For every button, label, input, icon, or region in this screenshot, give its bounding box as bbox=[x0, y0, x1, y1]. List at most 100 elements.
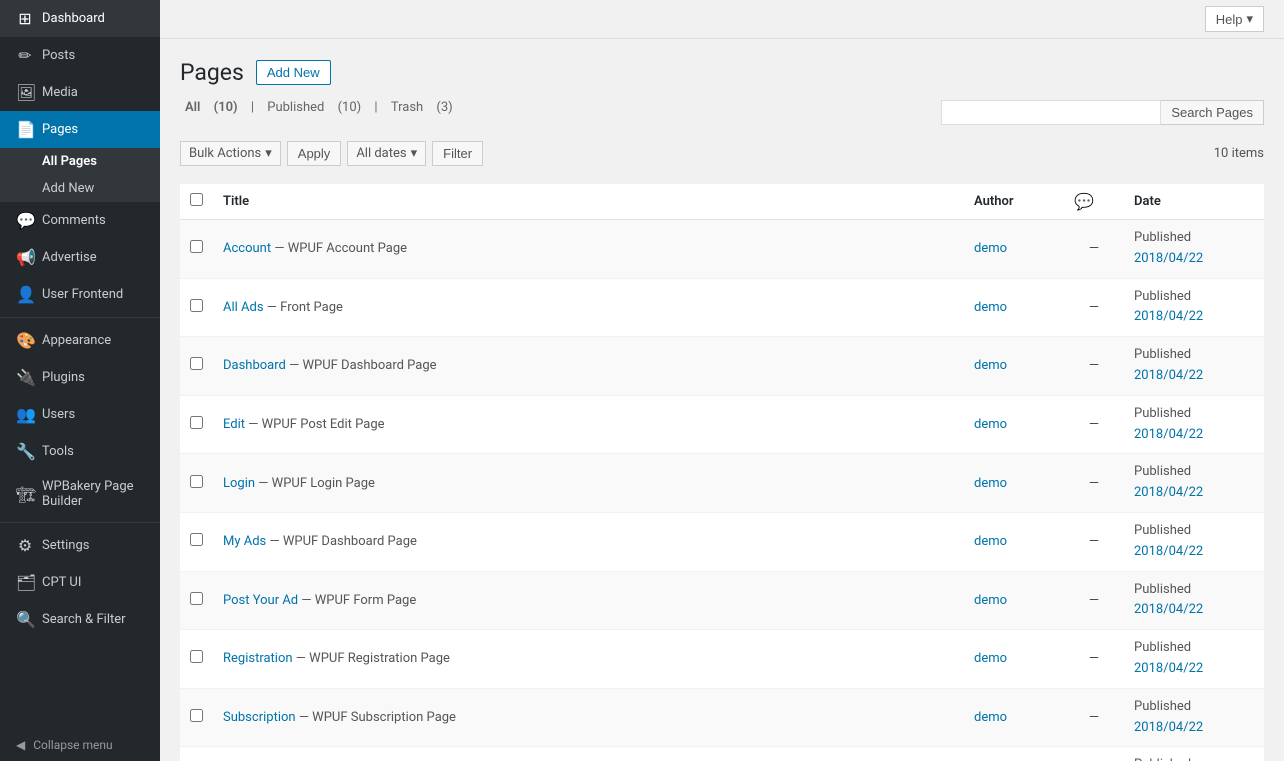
select-all-checkbox[interactable] bbox=[190, 193, 203, 206]
bulk-actions-select[interactable]: Bulk Actions ▾ bbox=[180, 141, 281, 166]
row-title-cell: Post Your Ad — WPUF Form Page bbox=[213, 571, 964, 630]
row-checkbox[interactable] bbox=[190, 709, 203, 722]
sidebar-item-label: Appearance bbox=[42, 333, 111, 348]
row-checkbox-cell bbox=[180, 454, 213, 513]
author-link[interactable]: demo bbox=[974, 651, 1007, 666]
row-checkbox[interactable] bbox=[190, 299, 203, 312]
page-title-link[interactable]: Registration bbox=[223, 651, 293, 666]
sidebar-item-user-frontend[interactable]: 👤 User Frontend bbox=[0, 276, 160, 313]
author-link[interactable]: demo bbox=[974, 710, 1007, 725]
author-link[interactable]: demo bbox=[974, 593, 1007, 608]
page-title-link[interactable]: Dashboard bbox=[223, 358, 286, 373]
title-column-header[interactable]: Title bbox=[213, 184, 964, 220]
row-checkbox[interactable] bbox=[190, 533, 203, 546]
sidebar-sub-item-add-new[interactable]: Add New bbox=[0, 175, 160, 202]
filter-published-link[interactable]: Published (10) bbox=[262, 100, 369, 115]
date-link[interactable]: 2018/04/22 bbox=[1134, 544, 1203, 559]
page-description: — WPUF Registration Page bbox=[296, 651, 450, 666]
author-link[interactable]: demo bbox=[974, 417, 1007, 432]
sidebar-item-label: Pages bbox=[42, 122, 78, 137]
author-link[interactable]: demo bbox=[974, 358, 1007, 373]
author-link[interactable]: demo bbox=[974, 476, 1007, 491]
add-new-button[interactable]: Add New bbox=[256, 60, 331, 85]
page-description: — WPUF Post Edit Page bbox=[248, 417, 384, 432]
date-column-header[interactable]: Date bbox=[1124, 184, 1264, 220]
date-link[interactable]: 2018/04/22 bbox=[1134, 251, 1203, 266]
toolbar-left: Bulk Actions ▾ Apply All dates ▾ Filter bbox=[180, 141, 483, 166]
date-status: Published bbox=[1134, 230, 1191, 245]
table-row: Dashboard — WPUF Dashboard Page demo — P… bbox=[180, 337, 1264, 396]
help-button[interactable]: Help ▾ bbox=[1205, 6, 1264, 32]
sidebar-item-tools[interactable]: 🔧 Tools bbox=[0, 433, 160, 470]
sidebar-sub-item-all-pages[interactable]: All Pages bbox=[0, 148, 160, 175]
comment-count: — bbox=[1089, 300, 1099, 315]
comment-count: — bbox=[1089, 476, 1099, 491]
row-checkbox[interactable] bbox=[190, 592, 203, 605]
page-title-link[interactable]: Edit bbox=[223, 417, 245, 432]
page-title-link[interactable]: Post Your Ad bbox=[223, 593, 298, 608]
author-link[interactable]: demo bbox=[974, 300, 1007, 315]
row-checkbox[interactable] bbox=[190, 416, 203, 429]
sidebar-item-appearance[interactable]: 🎨 Appearance bbox=[0, 322, 160, 359]
page-title-link[interactable]: Account bbox=[223, 241, 271, 256]
row-date-cell: Published 2018/04/22 bbox=[1124, 512, 1264, 571]
main-area: Help ▾ Pages Add New All (10) | Publishe… bbox=[160, 0, 1284, 761]
page-description: — WPUF Login Page bbox=[258, 476, 375, 491]
author-link[interactable]: demo bbox=[974, 241, 1007, 256]
sidebar-item-dashboard[interactable]: ⊞ Dashboard bbox=[0, 0, 160, 37]
page-title-link[interactable]: All Ads bbox=[223, 300, 264, 315]
row-author-cell: demo bbox=[964, 454, 1064, 513]
sidebar-item-cpt-ui[interactable]: 🗂 CPT UI bbox=[0, 564, 160, 601]
sidebar-item-wpbakery[interactable]: 🏗 WPBakery Page Builder bbox=[0, 470, 160, 518]
sidebar-item-media[interactable]: 🖼 Media bbox=[0, 74, 160, 111]
author-link[interactable]: demo bbox=[974, 534, 1007, 549]
sidebar-item-label: Posts bbox=[42, 48, 75, 63]
row-date-cell: Published 2018/04/22 bbox=[1124, 571, 1264, 630]
page-title-link[interactable]: Subscription bbox=[223, 710, 296, 725]
sidebar-item-comments[interactable]: 💬 Comments bbox=[0, 202, 160, 239]
sidebar-item-advertise[interactable]: 📢 Advertise bbox=[0, 239, 160, 276]
page-header: Pages Add New bbox=[180, 59, 1264, 86]
sidebar-item-posts[interactable]: ✏ Posts bbox=[0, 37, 160, 74]
date-link[interactable]: 2018/04/22 bbox=[1134, 427, 1203, 442]
sidebar-item-search-filter[interactable]: 🔍 Search & Filter bbox=[0, 601, 160, 638]
topbar: Help ▾ bbox=[160, 0, 1284, 39]
page-title: Pages bbox=[180, 59, 244, 86]
toolbar: Bulk Actions ▾ Apply All dates ▾ Filter … bbox=[180, 133, 1264, 174]
search-pages-button[interactable]: Search Pages bbox=[1161, 100, 1264, 125]
dates-select[interactable]: All dates ▾ bbox=[347, 141, 426, 166]
date-link[interactable]: 2018/04/22 bbox=[1134, 602, 1203, 617]
row-title-cell: Login — WPUF Login Page bbox=[213, 454, 964, 513]
filter-trash-link[interactable]: Trash (3) bbox=[386, 100, 458, 115]
table-row: Registration — WPUF Registration Page de… bbox=[180, 630, 1264, 689]
apply-button[interactable]: Apply bbox=[287, 141, 342, 166]
filter-button[interactable]: Filter bbox=[432, 141, 483, 166]
filter-all-link[interactable]: All (10) bbox=[180, 100, 246, 115]
row-comments-cell: — bbox=[1064, 630, 1124, 689]
date-link[interactable]: 2018/04/22 bbox=[1134, 720, 1203, 735]
sidebar-bottom: ◀ Collapse menu bbox=[0, 729, 160, 761]
page-title-link[interactable]: Login bbox=[223, 476, 255, 491]
date-status: Published bbox=[1134, 582, 1191, 597]
date-link[interactable]: 2018/04/22 bbox=[1134, 485, 1203, 500]
date-link[interactable]: 2018/04/22 bbox=[1134, 661, 1203, 676]
row-checkbox[interactable] bbox=[190, 650, 203, 663]
table-header: Title Author 💬 Date bbox=[180, 184, 1264, 220]
sidebar-item-pages[interactable]: 📄 Pages bbox=[0, 111, 160, 148]
row-checkbox-cell bbox=[180, 571, 213, 630]
row-checkbox[interactable] bbox=[190, 240, 203, 253]
posts-icon: ✏ bbox=[16, 46, 34, 65]
collapse-menu-button[interactable]: ◀ Collapse menu bbox=[0, 729, 160, 761]
search-input[interactable] bbox=[941, 100, 1161, 125]
page-title-link[interactable]: My Ads bbox=[223, 534, 266, 549]
sidebar-item-users[interactable]: 👥 Users bbox=[0, 396, 160, 433]
row-checkbox[interactable] bbox=[190, 357, 203, 370]
sidebar-item-plugins[interactable]: 🔌 Plugins bbox=[0, 359, 160, 396]
sidebar-item-settings[interactable]: ⚙ Settings bbox=[0, 527, 160, 564]
date-link[interactable]: 2018/04/22 bbox=[1134, 368, 1203, 383]
table-row: Account — WPUF Account Page demo — Publi… bbox=[180, 220, 1264, 279]
table-body: Account — WPUF Account Page demo — Publi… bbox=[180, 220, 1264, 761]
date-link[interactable]: 2018/04/22 bbox=[1134, 309, 1203, 324]
row-checkbox[interactable] bbox=[190, 475, 203, 488]
row-title-cell: All Ads — Front Page bbox=[213, 278, 964, 337]
